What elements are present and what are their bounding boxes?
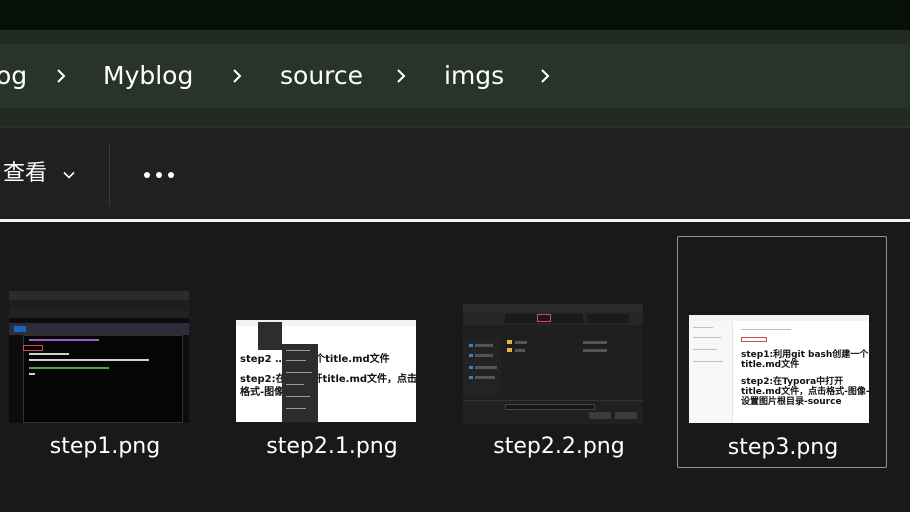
thumbnail-text: step1:利用git bash创建一个 — [741, 350, 869, 360]
file-item-step1[interactable]: step1.png — [0, 236, 210, 468]
file-list: step1.png step2 …创建一个title.md文件 step2:在T… — [0, 222, 910, 512]
more-options-button[interactable] — [136, 160, 182, 190]
breadcrumb-item-myblog[interactable]: Myblog — [103, 44, 193, 108]
address-area: og Myblog source imgs — [0, 30, 910, 127]
file-name: step2.2.png — [493, 434, 625, 459]
thumbnail-text: title.md文件，点击格式-图像- — [741, 387, 869, 397]
file-item-step3[interactable]: step1:利用git bash创建一个 title.md文件 step2:在T… — [677, 236, 887, 468]
more-horizontal-icon — [144, 172, 150, 178]
file-name: step1.png — [49, 434, 161, 459]
thumbnail-text: 格式-图像 — [240, 387, 285, 398]
breadcrumb-item-imgs[interactable]: imgs — [444, 44, 504, 108]
thumbnail-text: step2:在Typora中打开 — [741, 377, 844, 387]
breadcrumb[interactable]: og Myblog source imgs — [0, 44, 910, 108]
toolbar-divider — [109, 144, 110, 206]
file-name: step2.1.png — [266, 434, 398, 459]
command-bar: 查看 — [0, 128, 910, 220]
chevron-right-icon[interactable] — [537, 68, 553, 84]
file-item-step2-1[interactable]: step2 …创建一个title.md文件 step2:在T…打开title.m… — [227, 236, 437, 468]
view-button-label: 查看 — [3, 161, 48, 186]
breadcrumb-item-parent[interactable]: og — [0, 44, 27, 108]
chevron-right-icon — [53, 68, 69, 84]
chevron-right-icon — [393, 68, 409, 84]
chevron-down-icon — [62, 167, 76, 181]
image-thumbnail: step1:利用git bash创建一个 title.md文件 step2:在T… — [689, 315, 869, 423]
breadcrumb-item-source[interactable]: source — [280, 44, 363, 108]
image-thumbnail: step2 …创建一个title.md文件 step2:在T…打开title.m… — [236, 320, 416, 422]
more-dot — [156, 172, 162, 178]
thumbnail-text: title.md文件 — [741, 360, 800, 370]
chevron-right-icon — [229, 68, 245, 84]
file-explorer-window: og Myblog source imgs 查看 step1.png step2… — [0, 0, 910, 512]
file-name: step3.png — [727, 435, 839, 460]
more-dot — [168, 172, 174, 178]
image-thumbnail — [9, 291, 189, 423]
file-item-step2-2[interactable]: step2.2.png — [454, 236, 664, 468]
title-bar — [0, 0, 910, 30]
thumbnail-text: 设置图片根目录-source — [741, 397, 842, 407]
view-button[interactable]: 查看 — [0, 158, 82, 190]
image-thumbnail — [463, 304, 643, 424]
